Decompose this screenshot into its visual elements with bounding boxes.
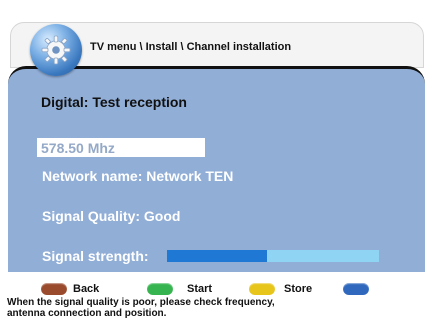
blue-key-button[interactable]	[343, 283, 369, 295]
signal-strength-bar	[167, 250, 379, 262]
gear-icon	[30, 24, 82, 76]
store-button-label: Store	[284, 283, 313, 295]
signal-quality-text: Signal Quality: Good	[42, 208, 181, 224]
network-name-text: Network name: Network TEN	[42, 168, 234, 184]
start-button-label: Start	[187, 283, 213, 295]
back-button[interactable]	[41, 283, 67, 295]
signal-strength-label: Signal strength:	[42, 248, 149, 264]
store-button[interactable]	[249, 283, 275, 295]
help-text: When the signal quality is poor, please …	[7, 297, 275, 319]
page-title: Digital: Test reception	[41, 94, 187, 110]
breadcrumb: TV menu \ Install \ Channel installation	[90, 41, 292, 53]
start-button[interactable]	[147, 283, 173, 295]
frequency-input[interactable]: 578.50 Mhz	[37, 138, 205, 157]
signal-strength-fill	[167, 250, 267, 262]
back-button-label: Back	[73, 283, 100, 295]
